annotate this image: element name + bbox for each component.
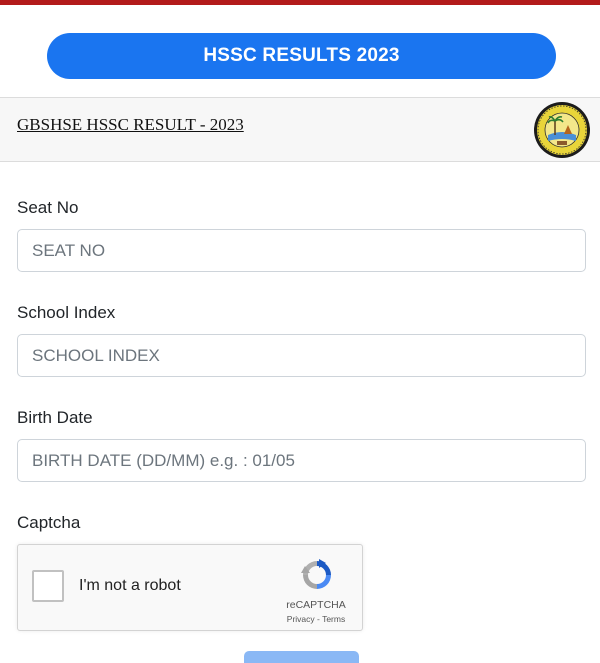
- captcha-label: Captcha: [17, 513, 81, 532]
- hssc-results-button[interactable]: HSSC RESULTS 2023: [47, 33, 556, 79]
- school-index-label: School Index: [17, 303, 116, 322]
- birth-date-label: Birth Date: [17, 408, 93, 427]
- recaptcha-widget: I'm not a robot reCAPTCHA Privacy - Term…: [17, 544, 363, 631]
- recaptcha-privacy-link[interactable]: Privacy: [287, 614, 315, 624]
- recaptcha-checkbox[interactable]: [32, 570, 64, 602]
- seat-no-input[interactable]: [17, 229, 586, 272]
- recaptcha-checkbox-label: I'm not a robot: [79, 577, 181, 594]
- submit-button[interactable]: [244, 651, 359, 663]
- hssc-results-label: HSSC RESULTS 2023: [203, 45, 400, 66]
- recaptcha-brand: reCAPTCHA: [286, 599, 346, 611]
- recaptcha-terms-link[interactable]: Terms: [322, 614, 345, 624]
- page-title: GBSHSE HSSC RESULT - 2023: [17, 115, 244, 134]
- board-seal-icon: [534, 102, 590, 158]
- recaptcha-link-separator: -: [314, 614, 323, 624]
- seat-no-label: Seat No: [17, 198, 79, 217]
- school-index-input[interactable]: [17, 334, 586, 377]
- result-card-header: GBSHSE HSSC RESULT - 2023: [0, 97, 600, 162]
- recaptcha-logo-icon: [301, 559, 331, 589]
- top-accent-bar: [0, 0, 600, 5]
- recaptcha-links: Privacy - Terms: [273, 614, 359, 624]
- birth-date-input[interactable]: [17, 439, 586, 482]
